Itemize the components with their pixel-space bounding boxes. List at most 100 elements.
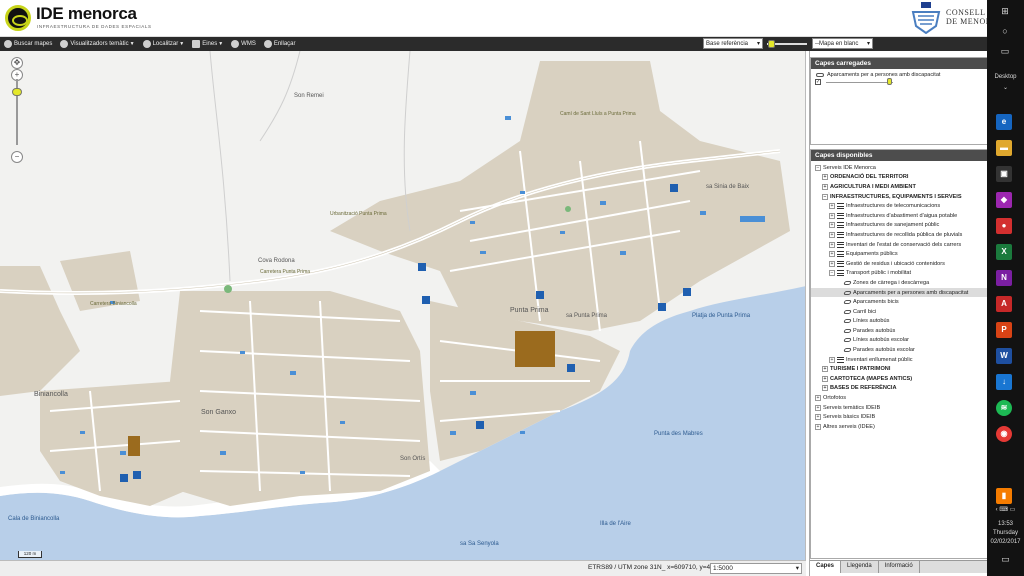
expand-icon[interactable]: + xyxy=(815,414,821,421)
expand-icon[interactable]: + xyxy=(815,395,821,402)
tools-button[interactable]: Eines ▼ xyxy=(188,37,227,51)
expand-icon[interactable]: + xyxy=(829,231,835,238)
layer-tree-item[interactable]: + Infraestructures de sanejament públic xyxy=(811,221,987,231)
link-button[interactable]: Enllaçar xyxy=(260,37,300,51)
layer-tree-item[interactable]: + Inventari de l'estat de conservació del… xyxy=(811,240,987,250)
action-center-icon[interactable]: ▭ xyxy=(987,554,1024,565)
collapse-icon[interactable]: − xyxy=(822,193,828,200)
layer-tree-item[interactable]: − INFRAESTRUCTURES, EQUIPAMENTS I SERVEIS xyxy=(811,192,987,202)
map-canvas[interactable]: Son Remei sa Sinia de Baix Punta Prima s… xyxy=(0,51,806,560)
search-maps-button[interactable]: Buscar mapes xyxy=(0,37,56,51)
layer-opacity-track[interactable] xyxy=(826,82,893,83)
layer-tree-item[interactable]: + Ortofotos xyxy=(811,393,987,403)
expand-icon[interactable]: + xyxy=(829,251,835,258)
file-explorer-icon[interactable]: ▬ xyxy=(996,140,1012,156)
layer-tree-item[interactable]: + Serveis temàtics IDEIB xyxy=(811,403,987,413)
notification-app-icon[interactable]: ▮ xyxy=(996,488,1012,504)
expand-icon[interactable]: + xyxy=(829,203,835,210)
layer-tree-item[interactable]: + Serveis bàsics IDEIB xyxy=(811,412,987,422)
layer-opacity-handle[interactable] xyxy=(886,78,892,85)
search-icon xyxy=(4,40,12,48)
layer-tree-item[interactable]: + Gestió de residus i ubicació contenidor… xyxy=(811,259,987,269)
access-icon[interactable]: A xyxy=(996,296,1012,312)
expand-icon[interactable]: + xyxy=(829,212,835,219)
expand-icon[interactable]: + xyxy=(822,183,828,190)
windows-start-icon[interactable]: ⊞ xyxy=(995,2,1015,20)
layer-tree-item[interactable]: + BASES DE REFERÈNCIA xyxy=(811,384,987,394)
expand-icon[interactable]: + xyxy=(822,174,828,181)
scale-select[interactable]: 1:5000 ▾ xyxy=(710,563,802,574)
layer-tree-item[interactable]: + Altres serveis (IDEE) xyxy=(811,422,987,432)
layer-tree-item[interactable]: Línies autobús xyxy=(811,317,987,327)
app-red-icon[interactable]: ● xyxy=(996,218,1012,234)
expand-icon[interactable]: + xyxy=(822,385,828,392)
layer-tree-label: INFRAESTRUCTURES, EQUIPAMENTS I SERVEIS xyxy=(830,193,962,200)
chevron-down-icon: ▾ xyxy=(756,41,760,47)
spotify-icon[interactable]: ≋ xyxy=(996,400,1012,416)
layer-tree-item[interactable]: + Equipaments públics xyxy=(811,249,987,259)
layer-tree-item[interactable]: + TURISME I PATRIMONI xyxy=(811,364,987,374)
expand-icon[interactable]: + xyxy=(829,222,835,229)
layer-tree-item[interactable]: + AGRICULTURA I MEDI AMBIENT xyxy=(811,182,987,192)
expand-icon[interactable]: + xyxy=(829,260,835,267)
layer-tree-item[interactable]: Carril bici xyxy=(811,307,987,317)
tab-information[interactable]: Informació xyxy=(879,561,920,573)
onenote-icon[interactable]: N xyxy=(996,270,1012,286)
layer-tree-item[interactable]: + ORDENACIÓ DEL TERRITORI xyxy=(811,173,987,183)
pan-control[interactable]: ✥ xyxy=(11,57,23,69)
layer-tree-item[interactable]: Zones de càrrega i descàrrega xyxy=(811,278,987,288)
layer-tree-item[interactable]: − Transport públic i mobilitat xyxy=(811,269,987,279)
base-layer-select[interactable]: Base referència ▾ xyxy=(703,38,763,49)
tab-legend[interactable]: Llegenda xyxy=(841,561,879,573)
download-icon[interactable]: ↓ xyxy=(996,374,1012,390)
thematic-viewers-button[interactable]: Visualitzadors temàtic ▼ xyxy=(56,37,138,51)
layer-tree-item[interactable]: + Infraestructures de recollida pública d… xyxy=(811,230,987,240)
collapse-icon[interactable]: − xyxy=(829,270,835,277)
collapse-icon[interactable]: − xyxy=(815,164,821,171)
ide-logo-icon[interactable] xyxy=(5,5,31,31)
base-opacity-handle[interactable] xyxy=(768,40,775,48)
layer-tree-item[interactable]: Línies autobús escolar xyxy=(811,336,987,346)
expand-icon[interactable]: + xyxy=(829,356,835,363)
layer-tree-item[interactable]: Aparcaments bicis xyxy=(811,297,987,307)
chevron-down-icon[interactable]: ⌄ xyxy=(987,84,1024,91)
loaded-layer-row[interactable]: Aparcaments per a persones amb discapaci… xyxy=(811,69,987,78)
layer-tree-item[interactable]: + Infraestructures de telecomunicacions xyxy=(811,201,987,211)
tab-layers[interactable]: Capes xyxy=(810,561,842,573)
zoom-out-button[interactable]: − xyxy=(11,151,23,163)
clock-date: 02/02/2017 xyxy=(990,539,1021,545)
store-icon[interactable]: ▣ xyxy=(996,166,1012,182)
expand-icon[interactable]: + xyxy=(815,404,821,411)
layer-tree-item[interactable]: + Inventari enllumenat públic xyxy=(811,355,987,365)
layer-tree-item[interactable]: Parades autobús escolar xyxy=(811,345,987,355)
panel-tabs: Capes Llegenda Informació xyxy=(810,560,988,573)
layer-visible-checkbox[interactable]: ✓ xyxy=(815,79,821,85)
expand-icon[interactable]: + xyxy=(815,423,821,430)
wms-button[interactable]: WMS xyxy=(227,37,260,51)
layer-tree-item[interactable]: Parades autobús xyxy=(811,326,987,336)
desktop-toolbar-label[interactable]: Desktop xyxy=(987,74,1024,80)
zoom-slider-handle[interactable] xyxy=(12,88,22,96)
paint-icon[interactable]: ◆ xyxy=(996,192,1012,208)
layer-tree-item[interactable]: + CARTOTECA (MAPES ANTICS) xyxy=(811,374,987,384)
tray-icons[interactable]: ‹ ⌨ ▭ xyxy=(987,506,1024,513)
expand-icon[interactable]: + xyxy=(822,375,828,382)
locate-button[interactable]: Localitzar ▼ xyxy=(139,37,189,51)
chrome-icon[interactable]: ◉ xyxy=(996,426,1012,442)
cortana-icon[interactable]: ○ xyxy=(995,22,1015,40)
layer-tree-item[interactable]: + Infraestructures d'abastiment d'aigua p… xyxy=(811,211,987,221)
powerpoint-icon[interactable]: P xyxy=(996,322,1012,338)
layer-tree-item[interactable]: Aparcaments per a persones amb discapaci… xyxy=(811,287,987,298)
layer-tree-label: Altres serveis (IDEE) xyxy=(823,423,875,430)
layer-tree-label: ORDENACIÓ DEL TERRITORI xyxy=(830,174,909,181)
edge-icon[interactable]: e xyxy=(996,114,1012,130)
layer-tree-item[interactable]: − Serveis IDE Menorca xyxy=(811,163,987,173)
scale-bar: 120 m xyxy=(18,551,42,558)
task-view-icon[interactable]: ▭ xyxy=(995,42,1015,60)
excel-icon[interactable]: X xyxy=(996,244,1012,260)
expand-icon[interactable]: + xyxy=(829,241,835,248)
word-icon[interactable]: W xyxy=(996,348,1012,364)
expand-icon[interactable]: + xyxy=(822,366,828,373)
base-map-select[interactable]: --Mapa en blanc ▾ xyxy=(812,38,873,49)
scale-value: 1:5000 xyxy=(713,565,733,572)
